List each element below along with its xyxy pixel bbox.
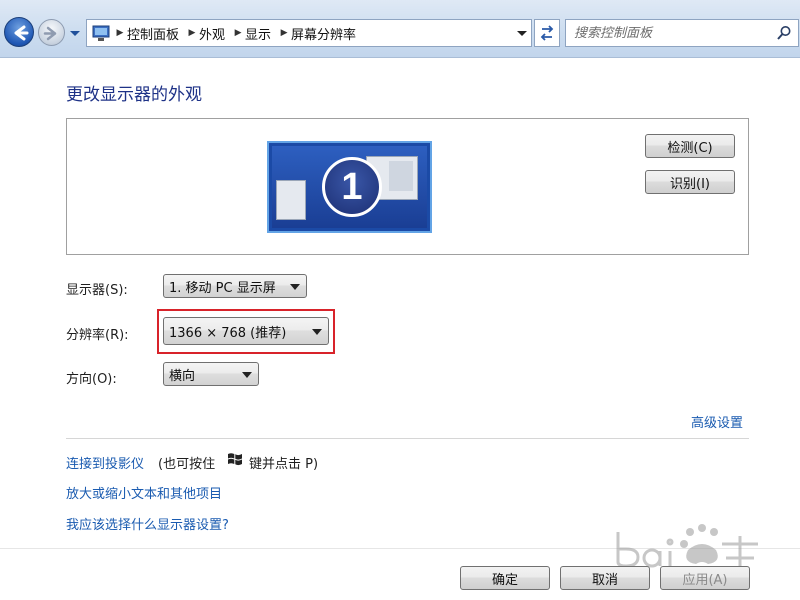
monitor-number-badge: 1	[322, 157, 382, 217]
search-input[interactable]	[566, 20, 766, 46]
breadcrumb-separator-icon: ▶	[234, 28, 242, 38]
identify-button[interactable]: 识别(I)	[645, 170, 735, 194]
resolution-label: 分辨率(R):	[66, 328, 129, 343]
breadcrumb-separator-icon: ▶	[116, 28, 124, 38]
address-dropdown-icon[interactable]	[515, 26, 529, 40]
orientation-select-value: 横向	[169, 368, 196, 384]
projector-hint-prefix: (也可按住	[158, 457, 216, 472]
page-title: 更改显示器的外观	[66, 85, 202, 105]
display-select[interactable]: 1. 移动 PC 显示屏	[163, 274, 307, 298]
control-panel-icon	[92, 25, 110, 41]
refresh-arrows-icon	[540, 25, 554, 41]
refresh-button[interactable]	[534, 19, 560, 47]
search-box	[565, 19, 799, 47]
cancel-button[interactable]: 取消	[560, 566, 650, 590]
breadcrumb-control-panel[interactable]: 控制面板	[127, 24, 179, 43]
mini-window-icon	[276, 180, 306, 220]
arrow-right-icon	[43, 26, 57, 41]
chevron-down-icon	[312, 329, 322, 335]
breadcrumb-appearance[interactable]: 外观	[199, 24, 225, 43]
search-icon[interactable]	[776, 25, 792, 41]
address-toolbar: ▶ 控制面板 ▶ 外观 ▶ 显示 ▶ 屏幕分辨率	[0, 0, 800, 58]
monitor-desktop: 1	[272, 146, 427, 228]
display-select-value: 1. 移动 PC 显示屏	[169, 280, 276, 296]
chevron-down-icon	[290, 284, 300, 290]
display-label: 显示器(S):	[66, 283, 128, 298]
section-divider	[66, 438, 749, 439]
address-bar[interactable]: ▶ 控制面板 ▶ 外观 ▶ 显示 ▶ 屏幕分辨率	[86, 19, 532, 47]
chevron-down-icon	[242, 372, 252, 378]
detect-button[interactable]: 检测(C)	[645, 134, 735, 158]
orientation-label: 方向(O):	[66, 372, 117, 387]
recent-pages-dropdown-icon[interactable]	[67, 26, 83, 40]
breadcrumb-separator-icon: ▶	[280, 28, 288, 38]
arrow-left-icon	[14, 25, 29, 41]
windows-logo-icon	[228, 453, 242, 466]
resolution-select-value: 1366 × 768 (推荐)	[169, 325, 287, 341]
breadcrumb-display[interactable]: 显示	[245, 24, 271, 43]
forward-button[interactable]	[38, 19, 65, 46]
apply-button[interactable]: 应用(A)	[660, 566, 750, 590]
back-button[interactable]	[4, 17, 34, 47]
advanced-settings-link[interactable]: 高级设置	[691, 412, 743, 431]
connect-projector-link[interactable]: 连接到投影仪	[66, 453, 144, 472]
monitor-preview[interactable]: 1	[267, 141, 432, 233]
display-settings-help-link[interactable]: 我应该选择什么显示器设置?	[66, 514, 229, 533]
text-size-link[interactable]: 放大或缩小文本和其他项目	[66, 483, 222, 502]
ok-button[interactable]: 确定	[460, 566, 550, 590]
resolution-select[interactable]: 1366 × 768 (推荐)	[163, 317, 329, 345]
orientation-select[interactable]: 横向	[163, 362, 259, 386]
breadcrumb-separator-icon: ▶	[188, 28, 196, 38]
breadcrumb-screen-resolution[interactable]: 屏幕分辨率	[291, 24, 356, 43]
projector-hint-suffix: 键并点击 P)	[249, 457, 319, 472]
